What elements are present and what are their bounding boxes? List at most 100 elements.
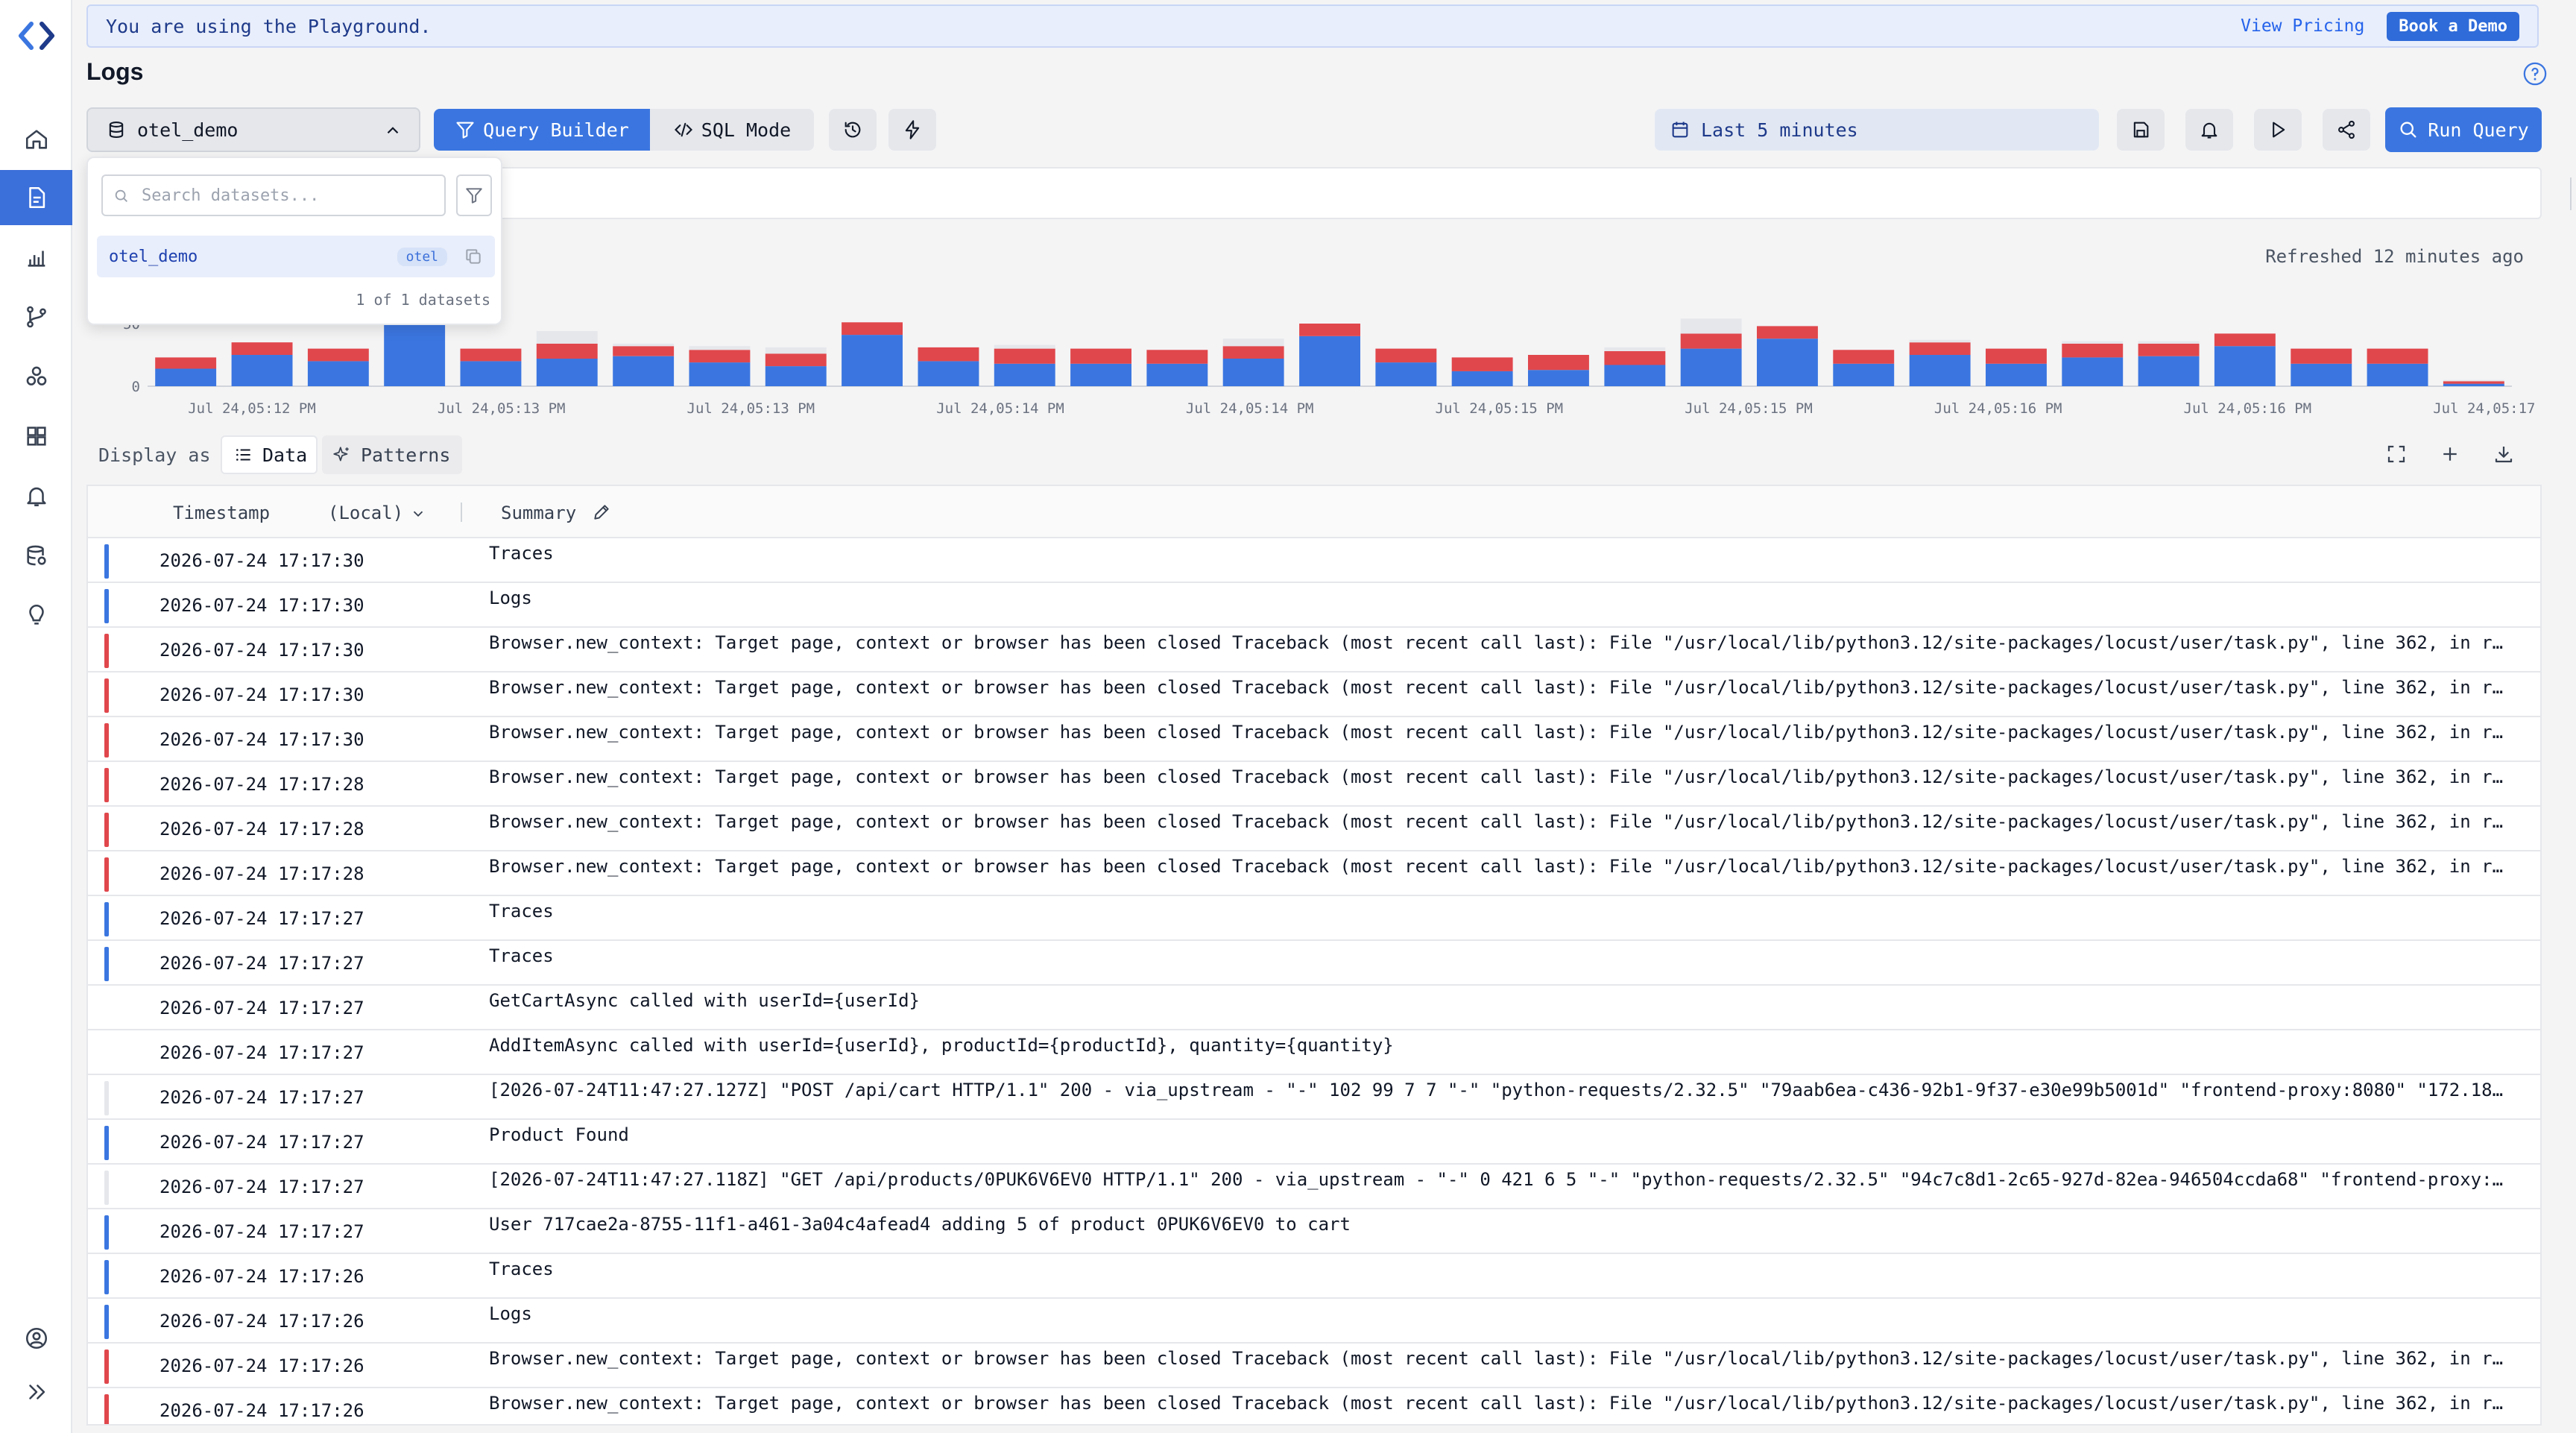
table-row[interactable]: 2026-07-24 17:17:30 Browser.new_context: … bbox=[88, 628, 2540, 673]
table-row[interactable]: 2026-07-24 17:17:26 Traces bbox=[88, 1254, 2540, 1299]
table-row[interactable]: 2026-07-24 17:17:27 AddItemAsync called w… bbox=[88, 1030, 2540, 1075]
histogram-bar[interactable] bbox=[1680, 348, 1742, 386]
histogram-bar[interactable] bbox=[1604, 365, 1666, 386]
histogram-bar[interactable] bbox=[842, 322, 903, 336]
histogram-bar[interactable] bbox=[1757, 338, 1818, 386]
timezone-select[interactable]: (Local) bbox=[328, 503, 403, 523]
histogram-bar[interactable] bbox=[1299, 336, 1360, 386]
histogram-bar[interactable] bbox=[155, 368, 217, 387]
table-row[interactable]: 2026-07-24 17:17:30 Logs bbox=[88, 583, 2540, 628]
histogram-bar[interactable] bbox=[1146, 363, 1208, 386]
add-column-icon[interactable] bbox=[2439, 443, 2461, 465]
nav-services[interactable] bbox=[0, 349, 72, 404]
display-patterns-tab[interactable]: Patterns bbox=[322, 435, 462, 474]
column-header-timestamp[interactable]: Timestamp bbox=[173, 503, 270, 523]
view-pricing-link[interactable]: View Pricing bbox=[2241, 16, 2364, 36]
histogram-bar[interactable] bbox=[1757, 326, 1818, 339]
histogram-bar[interactable] bbox=[1909, 342, 1971, 355]
table-row[interactable]: 2026-07-24 17:17:27 User 717cae2a-8755-11… bbox=[88, 1209, 2540, 1254]
histogram-bar[interactable] bbox=[689, 350, 751, 363]
histogram-bar[interactable] bbox=[2291, 363, 2352, 386]
nav-insights[interactable] bbox=[0, 588, 72, 643]
histogram-bar[interactable] bbox=[1222, 346, 1284, 359]
nav-metrics[interactable] bbox=[0, 230, 72, 285]
histogram-bar[interactable] bbox=[994, 344, 1055, 349]
dataset-select[interactable]: otel_demo bbox=[86, 107, 420, 152]
nav-home[interactable] bbox=[0, 112, 72, 167]
table-row[interactable]: 2026-07-24 17:17:26 Browser.new_context: … bbox=[88, 1344, 2540, 1388]
histogram-bar[interactable] bbox=[613, 343, 675, 347]
histogram-bar[interactable] bbox=[2138, 356, 2200, 386]
histogram-bar[interactable] bbox=[1528, 370, 1589, 386]
table-row[interactable]: 2026-07-24 17:17:28 Browser.new_context: … bbox=[88, 807, 2540, 851]
histogram-bar[interactable] bbox=[2443, 381, 2504, 384]
histogram-bar[interactable] bbox=[1604, 347, 1666, 351]
histogram-bar[interactable] bbox=[765, 366, 827, 386]
histogram-bar[interactable] bbox=[231, 355, 293, 386]
histogram-bar[interactable] bbox=[1070, 348, 1131, 364]
column-header-summary[interactable]: Summary bbox=[501, 503, 576, 523]
table-row[interactable]: 2026-07-24 17:17:30 Browser.new_context: … bbox=[88, 673, 2540, 717]
histogram-bar[interactable] bbox=[2062, 357, 2124, 386]
histogram-bar[interactable] bbox=[2138, 343, 2200, 356]
histogram-bar[interactable] bbox=[155, 357, 217, 369]
histogram-bar[interactable] bbox=[918, 361, 979, 386]
histogram-bar[interactable] bbox=[307, 361, 369, 386]
nav-alerts[interactable] bbox=[0, 468, 72, 523]
live-tail-button[interactable] bbox=[2254, 109, 2302, 151]
table-row[interactable]: 2026-07-24 17:17:27 [2026-07-24T11:47:27.… bbox=[88, 1075, 2540, 1120]
nav-logs[interactable] bbox=[0, 170, 72, 225]
histogram-bar[interactable] bbox=[1222, 338, 1284, 347]
histogram-bar[interactable] bbox=[1680, 318, 1742, 334]
table-row[interactable]: 2026-07-24 17:17:26 Logs bbox=[88, 1299, 2540, 1344]
histogram-bar[interactable] bbox=[689, 362, 751, 386]
histogram-bar[interactable] bbox=[2062, 341, 2124, 344]
create-alert-button[interactable] bbox=[2185, 109, 2233, 151]
histogram-bar[interactable] bbox=[2443, 383, 2504, 386]
histogram-bar[interactable] bbox=[918, 347, 979, 362]
query-builder-tab[interactable]: Query Builder bbox=[434, 109, 650, 151]
expand-icon[interactable] bbox=[2385, 443, 2408, 465]
histogram-bar[interactable] bbox=[2443, 379, 2504, 382]
run-query-button[interactable]: Run Query bbox=[2385, 107, 2542, 152]
histogram-bar[interactable] bbox=[460, 348, 522, 362]
chevron-down-icon[interactable] bbox=[410, 506, 426, 522]
nav-profile[interactable] bbox=[0, 1311, 72, 1366]
histogram-bar[interactable] bbox=[1375, 348, 1437, 363]
table-row[interactable]: 2026-07-24 17:17:28 Browser.new_context: … bbox=[88, 762, 2540, 807]
histogram-bar[interactable] bbox=[1833, 363, 1895, 386]
histogram-bar[interactable] bbox=[1986, 363, 2047, 386]
table-row[interactable]: 2026-07-24 17:17:27 [2026-07-24T11:47:27.… bbox=[88, 1165, 2540, 1209]
nav-datasets[interactable] bbox=[0, 528, 72, 583]
histogram-bar[interactable] bbox=[1299, 324, 1360, 336]
nav-traces[interactable] bbox=[0, 289, 72, 344]
histogram-bar[interactable] bbox=[1909, 339, 1971, 343]
histogram-bar[interactable] bbox=[2291, 348, 2352, 364]
histogram-bar[interactable] bbox=[765, 347, 827, 354]
histogram-bar[interactable] bbox=[2138, 341, 2200, 344]
time-range-picker[interactable]: Last 5 minutes bbox=[1655, 109, 2099, 151]
table-row[interactable]: 2026-07-24 17:17:30 Traces bbox=[88, 538, 2540, 583]
save-query-button[interactable] bbox=[2117, 109, 2165, 151]
histogram-bar[interactable] bbox=[613, 346, 675, 356]
histogram-bar[interactable] bbox=[1833, 350, 1895, 364]
share-button[interactable] bbox=[2323, 109, 2370, 151]
history-button[interactable] bbox=[829, 109, 877, 151]
histogram-bar[interactable] bbox=[2214, 346, 2276, 386]
nav-expand[interactable] bbox=[0, 1364, 72, 1420]
table-row[interactable]: 2026-07-24 17:17:27 Traces bbox=[88, 896, 2540, 941]
histogram-bar[interactable] bbox=[1528, 355, 1589, 371]
table-row[interactable]: 2026-07-24 17:17:27 Product Found bbox=[88, 1120, 2540, 1165]
histogram-bar[interactable] bbox=[1604, 351, 1666, 365]
table-row[interactable]: 2026-07-24 17:17:27 Traces bbox=[88, 941, 2540, 986]
dataset-search-input[interactable] bbox=[101, 174, 446, 216]
histogram-bar[interactable] bbox=[994, 363, 1055, 386]
sql-mode-tab[interactable]: SQL Mode bbox=[650, 109, 814, 151]
help-icon[interactable] bbox=[2522, 61, 2548, 86]
histogram-bar[interactable] bbox=[1680, 333, 1742, 349]
histogram-bar[interactable] bbox=[460, 361, 522, 386]
display-data-tab[interactable]: Data bbox=[221, 435, 318, 474]
table-row[interactable]: 2026-07-24 17:17:28 Browser.new_context: … bbox=[88, 851, 2540, 896]
histogram-bar[interactable] bbox=[1986, 348, 2047, 364]
quick-actions-button[interactable] bbox=[888, 109, 936, 151]
